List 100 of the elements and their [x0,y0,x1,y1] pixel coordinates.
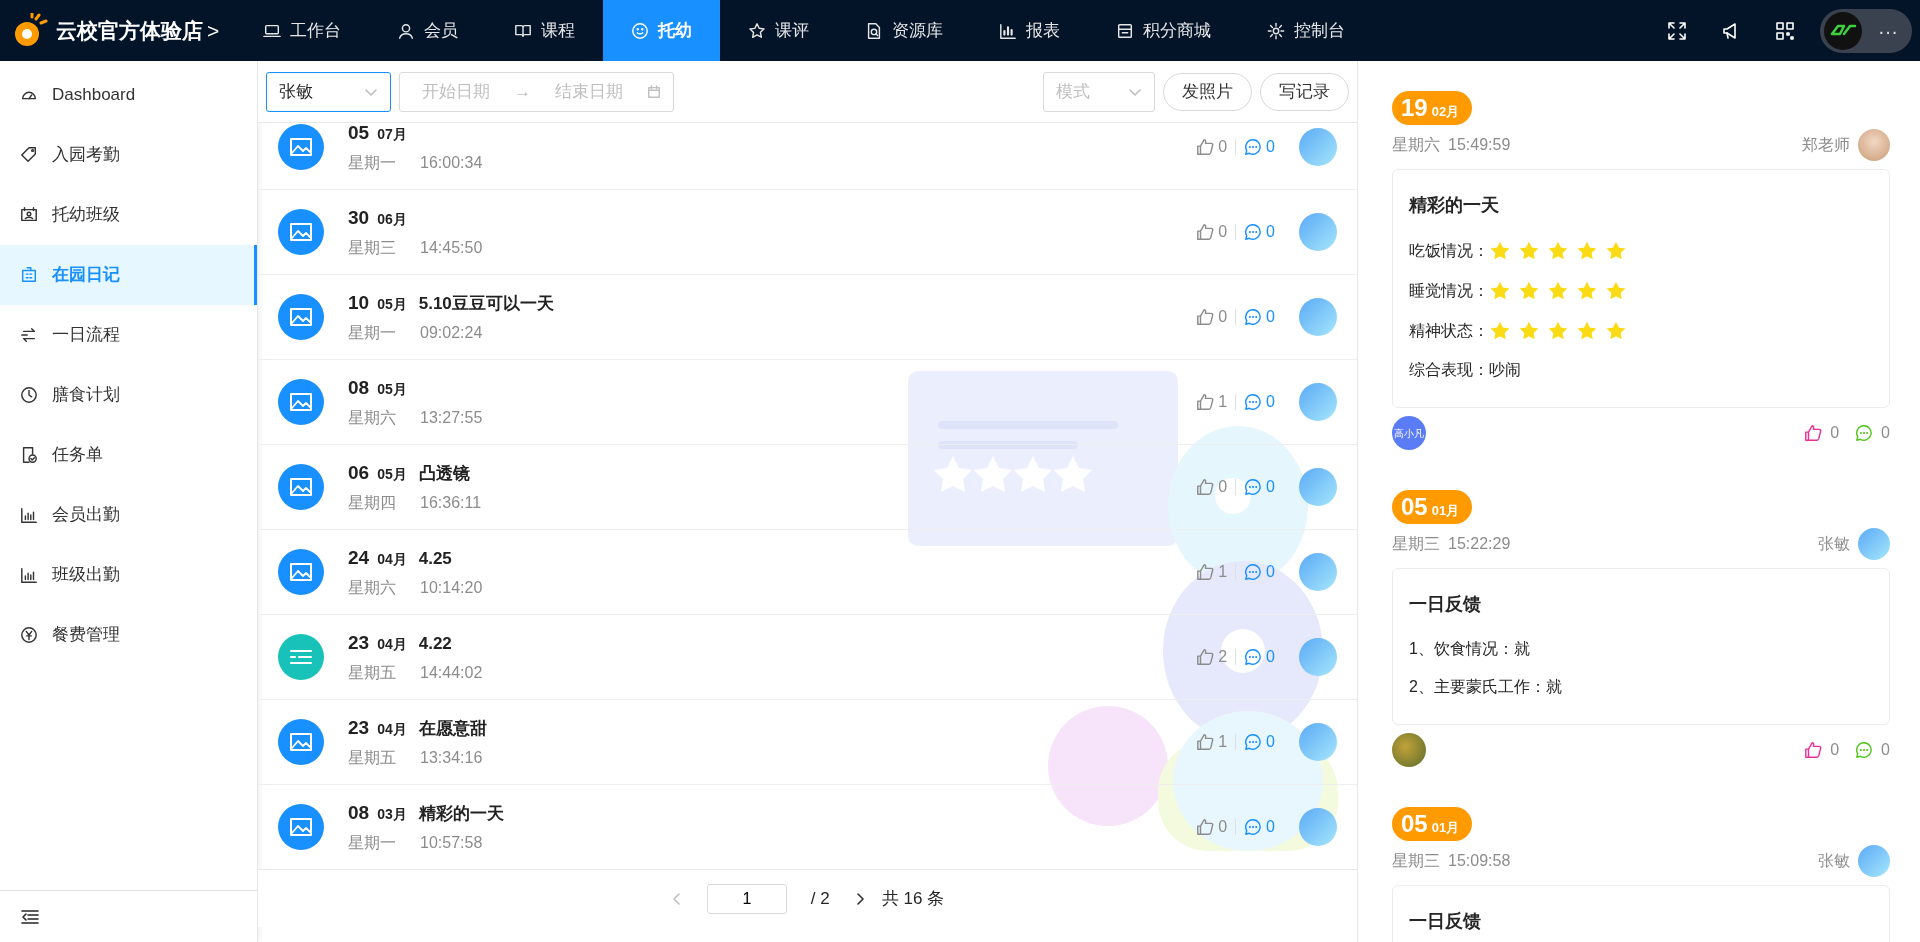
thumbs-up-icon[interactable] [1196,818,1215,836]
entry-weekday: 星期一 [348,323,396,344]
user-menu[interactable]: ··· [1820,8,1912,53]
comment-icon[interactable] [1244,648,1263,666]
sidebar-item[interactable]: 班级出勤 [0,545,257,605]
entry-title: 在愿意甜 [418,717,487,740]
date-badge: 05 01月 [1392,490,1473,524]
image-icon [278,209,324,255]
flow-icon [20,326,38,344]
qr-code-icon[interactable] [1775,20,1795,41]
entry-month: 05月 [377,379,407,399]
sidebar-item[interactable]: Dashboard [0,65,257,125]
entry-month: 04月 [377,719,407,739]
entry-day: 24 [348,543,370,573]
nav-tab[interactable]: 控制台 [1239,0,1374,61]
action-button[interactable]: 写记录 [1260,72,1349,111]
bar-chart-icon [20,506,38,524]
entry-time: 15:22:29 [1448,534,1511,554]
sidebar-item[interactable]: 任务单 [0,425,257,485]
thumbs-up-icon[interactable] [1196,648,1215,666]
sidebar-item[interactable]: 餐费管理 [0,605,257,665]
building-icon [20,266,38,284]
like-count: 0 [1218,307,1228,327]
comment-icon[interactable] [1855,741,1874,759]
entry-time: 14:45:50 [420,238,483,259]
nav-tab[interactable]: 积分商城 [1088,0,1240,61]
like-count: 1 [1218,732,1228,752]
thumbs-up-icon[interactable] [1196,563,1215,581]
entry-day: 23 [348,628,370,658]
sidebar-item[interactable]: 入园考勤 [0,125,257,185]
nav-tab[interactable]: 课程 [486,0,604,61]
entry-day: 30 [348,203,370,233]
action-button[interactable]: 发照片 [1163,72,1252,111]
entry-weekday: 星期三 [1392,534,1440,554]
task-file-icon [20,446,38,464]
thumbs-up-icon[interactable] [1196,223,1215,241]
rating-label: 精神状态： [1409,321,1489,341]
fullscreen-icon[interactable] [1667,20,1687,41]
author-name: 张敏 [1818,851,1850,871]
star-icon [1605,280,1627,302]
comment-icon[interactable] [1244,733,1263,751]
avatar-photo [1299,298,1337,336]
avatar-photo [1299,808,1337,846]
comment-count: 0 [1881,740,1890,760]
sidebar-item[interactable]: 托幼班级 [0,185,257,245]
like-count: 0 [1830,423,1840,443]
image-icon [278,379,324,425]
avatar-photo [1858,845,1890,877]
list-icon [278,634,324,680]
entry-title: 4.22 [418,632,452,655]
avatar-photo [1299,553,1337,591]
sidebar-item[interactable]: 膳食计划 [0,365,257,425]
thumbs-up-icon[interactable] [1196,138,1215,156]
avatar-photo [1299,638,1337,676]
star-icon [1489,240,1511,262]
nav-tab[interactable]: 工作台 [235,0,370,61]
thumbs-up-icon[interactable] [1196,393,1215,411]
page-input[interactable]: 1 [706,883,787,914]
card-title: 一日反馈 [1409,593,1482,616]
comment-icon[interactable] [1244,478,1263,496]
chart-icon [999,21,1018,40]
entry-weekday: 星期五 [348,663,396,684]
comment-icon[interactable] [1855,424,1874,442]
comment-icon[interactable] [1244,563,1263,581]
entry-month: 06月 [377,209,407,229]
thumbs-up-icon[interactable] [1196,478,1215,496]
teacher-select[interactable]: 张敏 [266,71,391,112]
entry-weekday: 星期一 [348,153,396,174]
nav-tab[interactable]: 会员 [369,0,487,61]
nav-tab[interactable]: 报表 [971,0,1089,61]
comment-icon[interactable] [1244,308,1263,326]
star-icon [748,21,767,40]
comment-icon[interactable] [1244,818,1263,836]
previous-page-icon[interactable] [670,891,683,906]
thumbs-up-icon[interactable] [1196,733,1215,751]
chevron-icon[interactable]: > [207,14,220,47]
comment-icon[interactable] [1244,138,1263,156]
comment-count: 0 [1266,562,1275,582]
nav-tab[interactable]: 课评 [720,0,838,61]
sidebar-item[interactable]: 一日流程 [0,305,257,365]
entry-weekday: 星期六 [1392,135,1440,155]
card-title: 一日反馈 [1409,910,1482,933]
entry-day: 06 [348,458,370,488]
nav-tab[interactable]: 资源库 [837,0,972,61]
entry-weekday: 星期一 [348,833,396,854]
comment-icon[interactable] [1244,223,1263,241]
star-icon [1489,280,1511,302]
star-icon [1605,240,1627,262]
thumbs-up-icon[interactable] [1196,308,1215,326]
card-line: 2、主要蒙氏工作：就 [1409,677,1563,697]
comment-icon[interactable] [1244,393,1263,411]
sidebar-item[interactable]: 会员出勤 [0,485,257,545]
entry-month: 05月 [377,294,407,314]
entry-weekday: 星期六 [348,578,396,599]
card-line: 综合表现：吵闹 [1409,360,1522,380]
star-icon [1518,280,1540,302]
thumbs-up-icon[interactable] [1804,424,1823,442]
like-count: 2 [1218,647,1228,667]
thumbs-up-icon[interactable] [1804,741,1823,759]
entry-month: 04月 [377,549,407,569]
